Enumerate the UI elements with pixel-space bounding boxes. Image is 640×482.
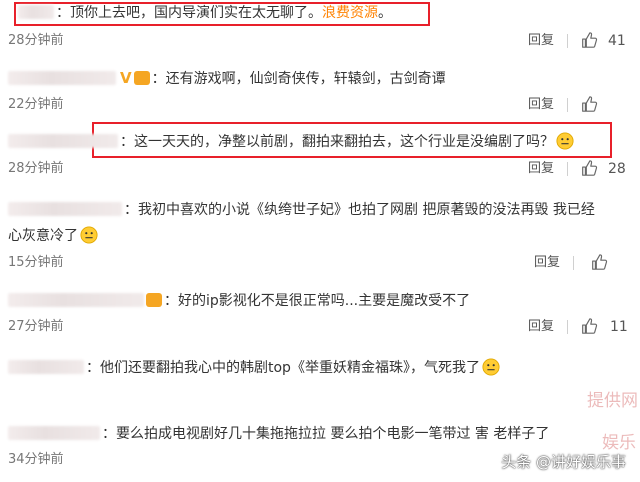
- comment-body: ：好的ip影视化不是很正常吗...主要是魔改受不了: [164, 293, 471, 309]
- divider: [567, 162, 568, 176]
- comment-body: ：还有游戏啊，仙剑奇侠传，轩辕剑，古剑奇谭: [151, 71, 446, 87]
- source-watermark: 头条 @讲好娱乐事: [501, 453, 626, 471]
- username-blurred[interactable]: [8, 293, 144, 307]
- reply-button[interactable]: 回复: [528, 32, 554, 50]
- username-blurred[interactable]: [8, 426, 100, 440]
- thumbs-up-icon[interactable]: [580, 159, 598, 177]
- timestamp: 34分钟前: [8, 452, 64, 467]
- thumbs-up-icon[interactable]: [580, 95, 598, 113]
- comment-body: ：要么拍成电视剧好几十集拖拖拉拉 要么拍个电影一笔带过 害 老样子了: [102, 426, 550, 442]
- thinking-face-emoji: [80, 226, 98, 244]
- comment-text: ：顶你上去吧，国内导演们实在太无聊了。浪费资源。: [18, 3, 392, 23]
- username-blurred[interactable]: [8, 71, 116, 85]
- username-blurred[interactable]: [8, 360, 84, 374]
- thumbs-up-icon[interactable]: [580, 31, 598, 49]
- thumbs-up-icon[interactable]: [590, 253, 608, 271]
- comment-text: V ：还有游戏啊，仙剑奇侠传，轩辕剑，古剑奇谭: [8, 68, 446, 89]
- crown-icon: [133, 71, 150, 85]
- like-count: 41: [608, 33, 626, 49]
- username-blurred[interactable]: [8, 134, 118, 148]
- thumbs-up-icon[interactable]: [580, 317, 598, 335]
- crown-icon: [146, 293, 162, 307]
- thinking-face-emoji: [482, 358, 500, 376]
- reply-button[interactable]: 回复: [528, 160, 554, 178]
- comment-text: ：好的ip影视化不是很正常吗...主要是魔改受不了: [8, 291, 470, 311]
- reply-button[interactable]: 回复: [534, 254, 560, 272]
- timestamp: 28分钟前: [8, 161, 64, 176]
- side-watermark: 提供网: [587, 391, 638, 411]
- reply-button[interactable]: 回复: [528, 318, 554, 336]
- comment-body-continued: 心灰意冷了: [8, 228, 78, 244]
- side-watermark-2: 娱乐: [602, 433, 636, 453]
- comment-text: ：要么拍成电视剧好几十集拖拖拉拉 要么拍个电影一笔带过 害 老样子了: [8, 424, 549, 444]
- comment-body: ：我初中喜欢的小说《纨绔世子妃》也拍了网剧 把原著毁的没法再毁 我已经: [124, 202, 595, 218]
- comment-text-line2: 心灰意冷了: [8, 226, 98, 246]
- username-blurred[interactable]: [8, 202, 122, 216]
- divider: [573, 256, 574, 270]
- like-count: 11: [610, 319, 628, 335]
- thinking-face-emoji: [556, 132, 574, 150]
- comment-text: ：这一天天的，净整以前剧，翻拍来翻拍去，这个行业是没编剧了吗？: [8, 132, 574, 152]
- comment-tail: 。: [378, 5, 392, 21]
- comment-text: ：他们还要翻拍我心中的韩剧top《举重妖精金福珠》，气死我了: [8, 358, 500, 378]
- like-count: 28: [608, 161, 626, 177]
- comment-body: ：他们还要翻拍我心中的韩剧top《举重妖精金福珠》，气死我了: [86, 360, 480, 376]
- timestamp: 28分钟前: [8, 33, 64, 48]
- verified-badge: V: [120, 69, 132, 87]
- comment-body: ：顶你上去吧，国内导演们实在太无聊了。: [56, 5, 322, 21]
- divider: [567, 320, 568, 334]
- timestamp: 22分钟前: [8, 97, 64, 112]
- comment-body: ：这一天天的，净整以前剧，翻拍来翻拍去，这个行业是没编剧了吗？: [120, 134, 554, 150]
- divider: [567, 34, 568, 48]
- reply-button[interactable]: 回复: [528, 96, 554, 114]
- divider: [567, 98, 568, 112]
- comment-text: ：我初中喜欢的小说《纨绔世子妃》也拍了网剧 把原著毁的没法再毁 我已经: [8, 200, 595, 220]
- highlight-link[interactable]: 浪费资源: [322, 5, 378, 21]
- timestamp: 27分钟前: [8, 319, 64, 334]
- username-blurred[interactable]: [18, 5, 54, 19]
- timestamp: 15分钟前: [8, 255, 64, 270]
